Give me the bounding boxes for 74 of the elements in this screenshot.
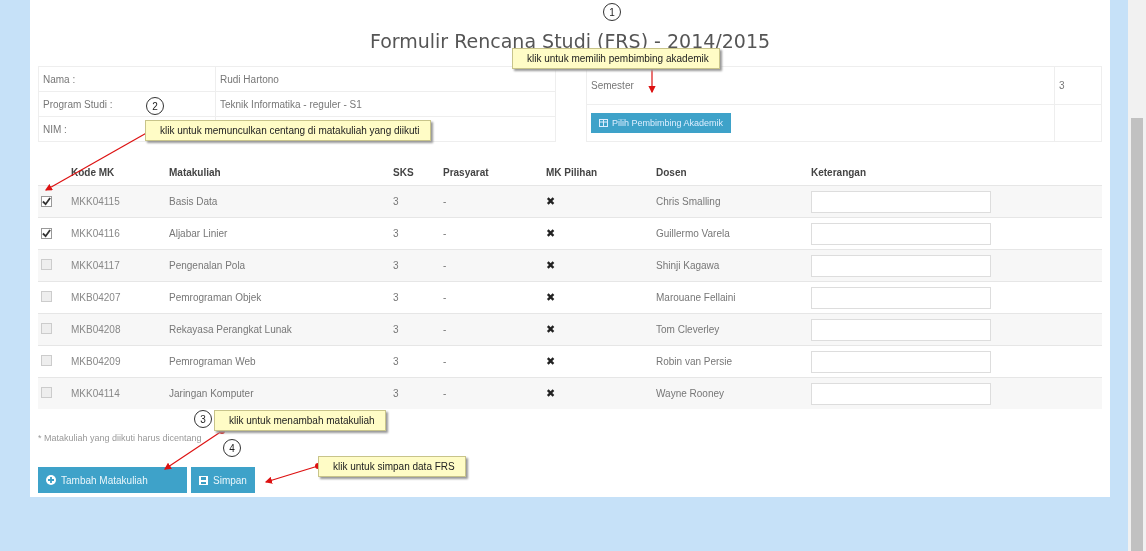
input-field[interactable] xyxy=(811,382,991,405)
table-cell: - xyxy=(443,388,447,399)
table-cell: 3 xyxy=(393,260,399,271)
table-cell: - xyxy=(443,324,447,335)
table-cell: MKK04116 xyxy=(71,228,120,239)
input-field[interactable] xyxy=(811,318,991,341)
table-cell: - xyxy=(443,292,447,303)
table-cell: 3 xyxy=(393,388,399,399)
table-cell: Chris Smalling xyxy=(656,196,721,207)
scrollbar-thumb[interactable] xyxy=(1131,118,1143,551)
table-cell: Rekayasa Perangkat Lunak xyxy=(169,324,292,335)
column-header: Prasyarat xyxy=(440,160,543,186)
callout-tooltip: klik untuk memilih pembimbing akademik xyxy=(512,48,720,69)
cross-icon: ✖ xyxy=(546,291,555,303)
table-cell: Pengenalan Pola xyxy=(169,260,246,271)
save-button[interactable]: Simpan xyxy=(191,467,255,493)
cross-icon: ✖ xyxy=(546,227,555,239)
cross-icon: ✖ xyxy=(546,355,555,367)
save-icon xyxy=(199,475,208,485)
table-cell: 3 xyxy=(393,356,399,367)
column-header: Matakuliah xyxy=(166,160,390,186)
column-header: Keterangan xyxy=(808,160,1008,186)
table-cell: Aljabar Linier xyxy=(169,228,228,239)
table-cell: Guillermo Varela xyxy=(656,228,730,239)
input-field[interactable] xyxy=(811,222,991,245)
field-label: Nama : xyxy=(38,66,216,92)
table-cell: Wayne Rooney xyxy=(656,388,724,399)
column-header: SKS xyxy=(390,160,440,186)
callout-tooltip: klik untuk menambah matakuliah xyxy=(214,410,386,431)
table-cell: 3 xyxy=(393,196,399,207)
table-cell: Shinji Kagawa xyxy=(656,260,720,271)
input-field[interactable] xyxy=(811,286,991,309)
cross-icon: ✖ xyxy=(546,323,555,335)
table-cell: - xyxy=(443,356,447,367)
table-cell: Basis Data xyxy=(169,196,218,207)
scrollbar[interactable] xyxy=(1128,0,1146,551)
input-field[interactable] xyxy=(811,254,991,277)
add-course-button[interactable]: Tambah Matakuliah xyxy=(38,467,187,493)
table-cell: MKK04117 xyxy=(71,260,120,271)
table-cell: Pemrograman Web xyxy=(169,356,256,367)
callout-tooltip: klik untuk memunculkan centang di matakuliah yang diikuti xyxy=(145,120,431,141)
table-cell: - xyxy=(443,196,447,207)
table-cell: 3 xyxy=(393,228,399,239)
column-header: Dosen xyxy=(653,160,808,186)
table-cell: Tom Cleverley xyxy=(656,324,720,335)
table-cell: Jaringan Komputer xyxy=(169,388,254,399)
input-field[interactable] xyxy=(811,190,991,213)
table-cell: Pemrograman Objek xyxy=(169,292,262,303)
cross-icon: ✖ xyxy=(546,195,555,207)
form-title: Formulir Rencana Studi (FRS) - 2014/2015 xyxy=(369,32,771,51)
table-cell: MKB04209 xyxy=(71,356,121,367)
checkbox[interactable] xyxy=(41,195,52,207)
table-cell: - xyxy=(443,228,447,239)
table-cell: MKB04207 xyxy=(71,292,121,303)
cross-icon: ✖ xyxy=(546,387,555,399)
table-cell: MKB04208 xyxy=(71,324,121,335)
table-cell: Marouane Fellaini xyxy=(656,292,736,303)
checkbox[interactable] xyxy=(41,227,52,239)
table-cell: - xyxy=(443,260,447,271)
table-cell: 3 xyxy=(393,324,399,335)
field-value: 3 xyxy=(1054,66,1102,104)
table-cell: 3 xyxy=(393,292,399,303)
plus-icon xyxy=(46,475,56,485)
column-header: MK Pilihan xyxy=(543,160,653,186)
table-cell: MKK04114 xyxy=(71,388,120,399)
table-cell: MKK04115 xyxy=(71,196,120,207)
callout-tooltip: klik untuk simpan data FRS xyxy=(318,456,466,477)
table-cell: Robin van Persie xyxy=(656,356,733,367)
cross-icon: ✖ xyxy=(546,259,555,271)
choose-advisor-button[interactable]: Pilih Pembimbing Akademik xyxy=(591,112,732,133)
table-icon xyxy=(599,118,608,127)
note-text: * Matakuliah yang diikuti harus dicentang xyxy=(38,433,202,443)
input-field[interactable] xyxy=(811,350,991,373)
field-value: Teknik Informatika - reguler - S1 xyxy=(215,91,556,117)
